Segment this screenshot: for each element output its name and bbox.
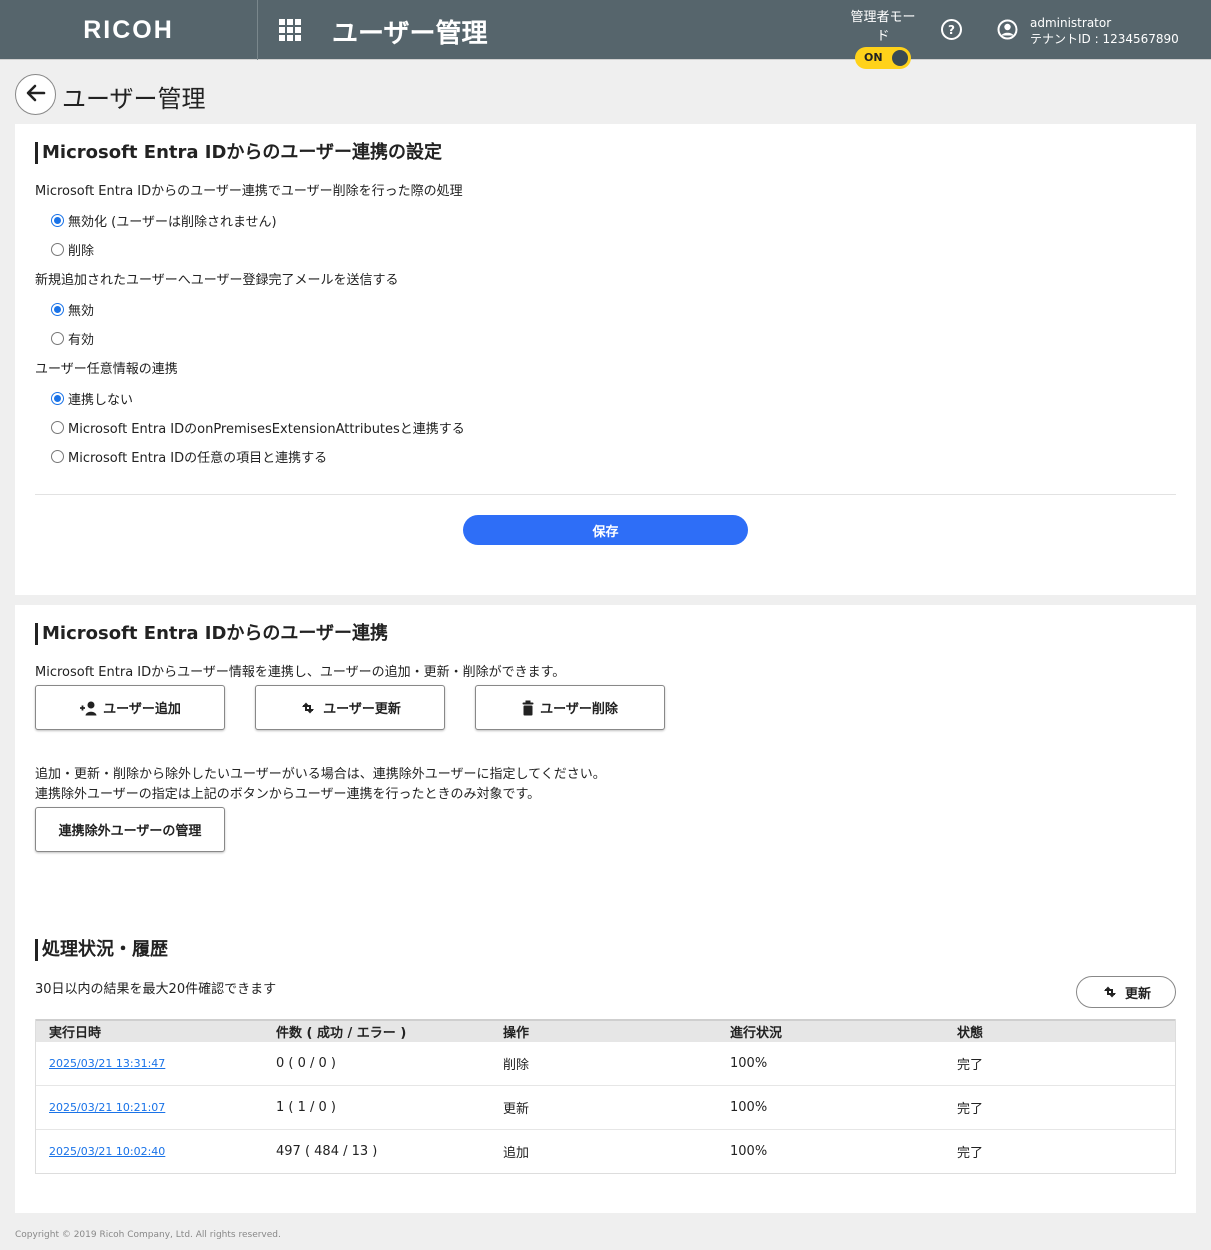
history-section-title: 処理状況・履歴 [35,939,168,961]
exclude-users-label: 連携除外ユーザーの管理 [58,824,202,839]
back-arrow-icon [25,82,47,108]
table-row: 2025/03/21 13:31:47 0 ( 0 / 0 ) 削除 100% … [36,1041,1175,1085]
settings-section-title: Microsoft Entra IDからのユーザー連携の設定 [35,142,442,164]
radio-label: 連携しない [68,393,134,408]
radio-label: 有効 [68,333,95,348]
table-cell: 1 ( 1 / 0 ) [276,1100,336,1115]
history-date-link[interactable]: 2025/03/21 10:02:40 [49,1145,165,1158]
radio-button[interactable] [51,421,64,434]
table-cell: 更新 [503,1102,530,1117]
table-row: 2025/03/21 10:02:40 497 ( 484 / 13 ) 追加 … [36,1129,1175,1173]
send-mail-label: 新規追加されたユーザーへユーザー登録完了メールを送信する [35,273,399,288]
tenant-id: テナントID : 1234567890 [1030,32,1179,46]
delete-user-button[interactable]: ユーザー削除 [475,685,665,730]
update-user-button[interactable]: ユーザー更新 [255,685,445,730]
update-user-label: ユーザー更新 [323,702,401,717]
table-header: 実行日時 件数 ( 成功 / エラー ) 操作 進行状況 状態 [36,1019,1175,1041]
refresh-button[interactable]: 更新 [1076,976,1176,1008]
username: administrator [1030,16,1112,30]
app-header: RICOH ユーザー管理 管理者モード ON ? administrator テ… [0,0,1211,69]
radio-mail-disabled[interactable]: 無効 [51,300,94,319]
table-row: 2025/03/21 10:21:07 1 ( 1 / 0 ) 更新 100% … [36,1085,1175,1129]
table-cell: 100% [730,1144,768,1159]
radio-button[interactable] [51,243,64,256]
table-cell: 100% [730,1100,768,1115]
history-description: 30日以内の結果を最大20件確認できます [35,982,277,997]
radio-no-sync[interactable]: 連携しない [51,389,133,408]
table-cell: 497 ( 484 / 13 ) [276,1144,378,1159]
radio-sync-extension-attrs[interactable]: Microsoft Entra IDのonPremisesExtensionAt… [51,418,465,437]
page-title: ユーザー管理 [62,85,206,113]
column-header: 進行状況 [730,1025,783,1041]
back-button[interactable] [15,74,56,115]
radio-label: 無効 [68,304,95,319]
apps-grid-icon[interactable] [279,19,301,41]
history-date-link[interactable]: 2025/03/21 13:31:47 [49,1057,165,1070]
add-user-icon [79,700,97,716]
exclude-users-button[interactable]: 連携除外ユーザーの管理 [35,807,225,852]
radio-disable-user[interactable]: 無効化 (ユーザーは削除されません) [51,211,277,230]
table-cell: 追加 [503,1146,530,1161]
sync-card: Microsoft Entra IDからのユーザー連携 Microsoft En… [15,605,1196,1213]
sync-section-title: Microsoft Entra IDからのユーザー連携 [35,623,388,645]
trash-icon [522,700,534,716]
radio-button[interactable] [51,392,64,405]
app-title: ユーザー管理 [332,19,488,49]
table-cell: 削除 [503,1058,530,1073]
radio-delete-user[interactable]: 削除 [51,240,94,259]
optional-info-label: ユーザー任意情報の連携 [35,362,178,377]
table-cell: 完了 [957,1058,984,1073]
radio-label: Microsoft Entra IDの任意の項目と連携する [68,451,328,466]
radio-sync-any-item[interactable]: Microsoft Entra IDの任意の項目と連携する [51,447,327,466]
divider [35,494,1176,495]
admin-mode-label: 管理者モード [850,10,916,44]
radio-label: Microsoft Entra IDのonPremisesExtensionAt… [68,422,465,437]
admin-mode-toggle[interactable]: ON [855,47,911,69]
history-table: 実行日時 件数 ( 成功 / エラー ) 操作 進行状況 状態 2025/03/… [35,1019,1176,1174]
sync-description: Microsoft Entra IDからユーザー情報を連携し、ユーザーの追加・更… [35,665,566,680]
table-cell: 完了 [957,1146,984,1161]
user-circle-icon[interactable] [997,19,1018,40]
save-button[interactable]: 保存 [463,515,748,545]
radio-button[interactable] [51,214,64,227]
toggle-knob [892,50,908,66]
user-info: administrator テナントID : 1234567890 [1030,15,1179,47]
exclude-note-1: 追加・更新・削除から除外したいユーザーがいる場合は、連携除外ユーザーに指定してく… [35,767,606,782]
delete-user-label: ユーザー削除 [540,702,618,717]
column-header: 件数 ( 成功 / エラー ) [276,1025,407,1041]
refresh-icon [1101,984,1119,1000]
admin-mode-toggle-text: ON [864,51,883,64]
refresh-label: 更新 [1124,986,1151,1002]
copyright: Copyright © 2019 Ricoh Company, Ltd. All… [15,1230,281,1240]
table-cell: 100% [730,1056,768,1071]
history-date-link[interactable]: 2025/03/21 10:21:07 [49,1101,165,1114]
ricoh-logo[interactable]: RICOH [0,0,258,60]
add-user-label: ユーザー追加 [103,702,181,717]
exclude-note-2: 連携除外ユーザーの指定は上記のボタンからユーザー連携を行ったときのみ対象です。 [35,787,541,802]
column-header: 状態 [957,1025,984,1041]
radio-mail-enabled[interactable]: 有効 [51,329,94,348]
radio-button[interactable] [51,303,64,316]
table-cell: 完了 [957,1102,984,1117]
radio-button[interactable] [51,450,64,463]
table-cell: 0 ( 0 / 0 ) [276,1056,336,1071]
help-icon[interactable]: ? [941,19,962,40]
radio-label: 削除 [68,244,95,259]
column-header: 操作 [503,1025,530,1041]
admin-mode: 管理者モード ON [846,6,920,73]
delete-handling-label: Microsoft Entra IDからのユーザー連携でユーザー削除を行った際の… [35,184,463,199]
radio-button[interactable] [51,332,64,345]
sync-icon [299,700,317,716]
radio-label: 無効化 (ユーザーは削除されません) [68,215,277,230]
column-header: 実行日時 [49,1025,102,1041]
settings-card: Microsoft Entra IDからのユーザー連携の設定 Microsoft… [15,124,1196,595]
add-user-button[interactable]: ユーザー追加 [35,685,225,730]
